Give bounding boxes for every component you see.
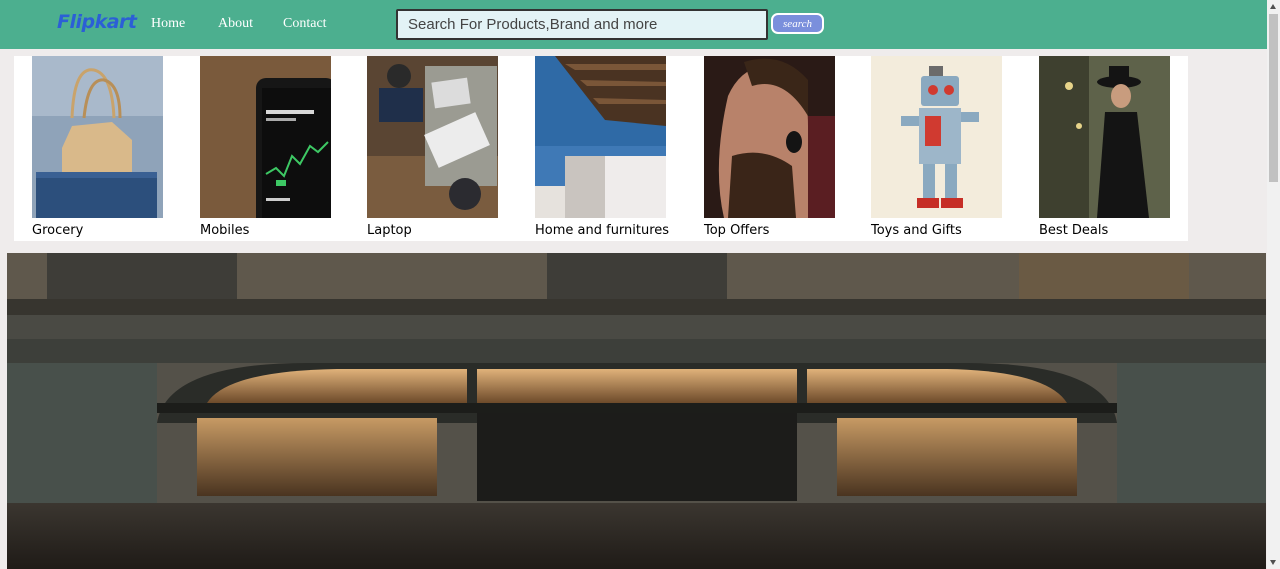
- category-label: Grocery: [32, 223, 84, 238]
- toy-robot-photo-icon: [871, 56, 1002, 218]
- category-strip: Grocery Mobiles Laptop Home and furnitur…: [14, 56, 1188, 241]
- scrollbar-thumb[interactable]: [1269, 14, 1278, 182]
- category-label: Best Deals: [1039, 223, 1109, 238]
- smartphone-photo-icon: [200, 56, 331, 218]
- vertical-scrollbar[interactable]: [1267, 0, 1280, 569]
- shopping-bag-photo-icon: [32, 56, 163, 218]
- category-best-deals[interactable]: Best Deals: [1039, 56, 1170, 238]
- house-photo-icon: [535, 56, 666, 218]
- category-toys-gifts[interactable]: Toys and Gifts: [871, 56, 1002, 238]
- top-navbar: Flipkart Home About Contact search: [0, 0, 1267, 49]
- category-home-furniture[interactable]: Home and furnitures: [535, 56, 669, 238]
- storefront-photo-icon: [7, 253, 1266, 569]
- earbuds-photo-icon: [704, 56, 835, 218]
- laptop-desk-photo-icon: [367, 56, 498, 218]
- category-label: Mobiles: [200, 223, 250, 238]
- storefront-banner: [7, 253, 1266, 569]
- nav-about-link[interactable]: About: [218, 16, 253, 32]
- nav-home-link[interactable]: Home: [151, 16, 185, 32]
- category-label: Laptop: [367, 223, 412, 238]
- fashion-model-photo-icon: [1039, 56, 1170, 218]
- category-label: Home and furnitures: [535, 223, 670, 238]
- category-laptop[interactable]: Laptop: [367, 56, 498, 238]
- category-top-offers[interactable]: Top Offers: [704, 56, 835, 238]
- category-label: Toys and Gifts: [871, 223, 962, 238]
- category-mobiles[interactable]: Mobiles: [200, 56, 331, 238]
- scroll-down-arrow-icon[interactable]: [1267, 556, 1280, 569]
- category-label: Top Offers: [704, 223, 770, 238]
- brand-logo[interactable]: Flipkart: [57, 11, 137, 33]
- search-input[interactable]: [396, 9, 768, 40]
- search-button[interactable]: search: [771, 13, 824, 34]
- category-grocery[interactable]: Grocery: [32, 56, 163, 238]
- scroll-up-arrow-icon[interactable]: [1267, 0, 1280, 13]
- nav-contact-link[interactable]: Contact: [283, 16, 327, 32]
